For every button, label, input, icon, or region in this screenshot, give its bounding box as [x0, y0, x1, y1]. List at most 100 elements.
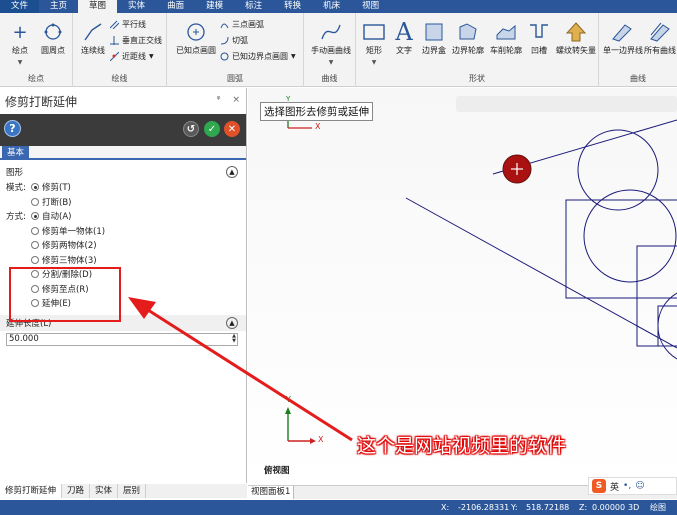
- ime-logo-icon[interactable]: S: [592, 479, 606, 493]
- spinner-icon[interactable]: ▲ ▼: [232, 333, 236, 344]
- tab-basic[interactable]: 基本: [2, 146, 30, 160]
- menu-machine[interactable]: 机床: [312, 0, 351, 13]
- status-bar: X: -2106.28331 Y: 518.72188 Z: 0.00000 3…: [0, 500, 677, 515]
- groove-label: 凹槽: [531, 46, 547, 55]
- menu-bar: 文件 主页 草图 实体 曲面 建模 标注 转换 机床 视图: [0, 0, 677, 13]
- geometry-line[interactable]: [405, 197, 677, 349]
- bounding-box-button[interactable]: 边界盒: [419, 19, 449, 56]
- menu-transform[interactable]: 转换: [273, 0, 312, 13]
- tab-levels[interactable]: 层别: [118, 484, 147, 498]
- text-label: 文字: [396, 46, 412, 55]
- geometry-rectangle[interactable]: [636, 245, 677, 347]
- closest-line-button[interactable]: 近距线 ▼: [109, 51, 154, 62]
- parallel-line-label: 平行线: [122, 20, 146, 29]
- cursor-icon: [502, 154, 532, 184]
- geometry-circle[interactable]: [583, 189, 677, 283]
- ribbon-group-points: + 绘点 ▼ 圆周点 绘点: [0, 13, 73, 87]
- section-shape-header: 图形 ▲: [0, 164, 246, 180]
- single-edge-curve-button[interactable]: 单一边界线: [603, 19, 643, 56]
- menu-file[interactable]: 文件: [0, 0, 40, 13]
- geometry-rectangle[interactable]: [565, 199, 677, 299]
- edge-curve-icon: [603, 19, 641, 45]
- panel-bottom-tabs: 修剪打断延伸 刀路 实体 层别: [0, 484, 247, 498]
- edge-point-circle-label: 已知边界点画圆: [232, 52, 288, 61]
- circle-center-button[interactable]: 已知点画圆: [175, 19, 217, 56]
- radio-mode-trim[interactable]: [31, 183, 39, 192]
- radio-method-trim-one[interactable]: [31, 226, 39, 235]
- tangent-arc-label: 切弧: [232, 36, 248, 45]
- manual-curve-button[interactable]: 手动画曲线 ▼: [308, 19, 354, 66]
- menu-sketch[interactable]: 草图: [78, 0, 118, 13]
- method-trim-one-option[interactable]: 修剪单一物体(1): [0, 224, 246, 239]
- tab-trim-break-extend[interactable]: 修剪打断延伸: [0, 484, 63, 498]
- method-trim-three-option[interactable]: 修剪三物体(3): [0, 253, 246, 268]
- menu-dimension[interactable]: 标注: [234, 0, 273, 13]
- all-curves-button[interactable]: 所有曲线: [643, 19, 677, 56]
- closest-line-label: 近距线: [122, 52, 146, 61]
- method-trim-two-option[interactable]: 修剪两物体(2): [0, 238, 246, 253]
- axis-y-label-bottom: Y: [286, 395, 291, 404]
- radio-method-trim-three[interactable]: [31, 255, 39, 264]
- groove-button[interactable]: 凹槽: [525, 19, 553, 56]
- status-mode[interactable]: 3D: [628, 500, 639, 515]
- text-icon: A: [395, 18, 413, 46]
- ok-icon[interactable]: ✓: [204, 121, 220, 137]
- menu-view[interactable]: 视图: [351, 0, 390, 13]
- graphics-viewport[interactable]: Y X Y X 选择图形去修剪或延伸 俯视图: [248, 88, 677, 485]
- circle-point-button[interactable]: 圆周点: [33, 19, 73, 56]
- tab-viewsheet-1[interactable]: 视图面板1: [248, 486, 295, 499]
- ime-toolbar[interactable]: S 英 •, ☺: [588, 477, 677, 495]
- method-auto-option[interactable]: 方式: 自动(A): [0, 209, 246, 224]
- help-icon[interactable]: ?: [4, 120, 21, 137]
- radio-method-auto[interactable]: [31, 212, 39, 221]
- emoji-icon[interactable]: ☺: [635, 481, 644, 491]
- extend-length-input[interactable]: 50.000 ▲ ▼: [6, 332, 238, 346]
- status-plane[interactable]: 绘图: [650, 500, 666, 515]
- highlight-box: [9, 267, 121, 322]
- collapse-icon[interactable]: ▲: [226, 316, 238, 329]
- menu-surface[interactable]: 曲面: [156, 0, 195, 13]
- menu-model[interactable]: 建模: [195, 0, 234, 13]
- collapse-icon[interactable]: ▲: [226, 166, 238, 178]
- three-point-arc-label: 三点画弧: [232, 20, 264, 29]
- text-button[interactable]: A 文字: [389, 18, 419, 56]
- polyline-button[interactable]: 连续线: [73, 19, 113, 56]
- tangent-arc-button[interactable]: 切弧: [220, 35, 248, 46]
- radio-mode-break[interactable]: [31, 197, 39, 206]
- tangent-arc-icon: [220, 36, 229, 45]
- menu-home[interactable]: 主页: [39, 0, 78, 13]
- geometry-circle[interactable]: [657, 288, 677, 364]
- group-label-points: 绘点: [28, 74, 44, 83]
- rectangle-button[interactable]: 矩形 ▼: [358, 19, 390, 66]
- panel-tabs: 基本: [0, 146, 246, 160]
- geometry-canvas[interactable]: [248, 88, 677, 485]
- mode-break-option[interactable]: 打断(B): [0, 195, 246, 210]
- perpendicular-line-button[interactable]: 垂直正交线: [110, 35, 162, 46]
- punctuation-icon[interactable]: •,: [623, 481, 631, 491]
- thread-vector-button[interactable]: 螺纹转矢量: [553, 19, 599, 56]
- perpendicular-line-icon: [110, 36, 119, 45]
- boundary-profile-button[interactable]: 边界轮廓: [449, 19, 487, 56]
- cancel-icon[interactable]: ✕: [224, 121, 240, 137]
- pin-icon[interactable]: ᵠ: [217, 95, 221, 105]
- edge-point-circle-button[interactable]: 已知边界点画圆 ▼: [220, 51, 296, 62]
- three-point-arc-button[interactable]: 三点画弧: [220, 19, 264, 30]
- parallel-line-button[interactable]: 平行线: [109, 19, 146, 30]
- geometry-circle[interactable]: [577, 129, 659, 211]
- radio-method-trim-two[interactable]: [31, 241, 39, 250]
- mode-trim-option[interactable]: 模式: 修剪(T): [0, 180, 246, 195]
- method-label: 方式:: [6, 212, 26, 223]
- quick-toolbar[interactable]: [456, 96, 677, 112]
- axis-x-label-top: X: [315, 122, 321, 131]
- bounding-box-icon: [419, 19, 449, 45]
- menu-solid[interactable]: 实体: [117, 0, 156, 13]
- chevron-down-icon: ▼: [328, 59, 334, 66]
- tab-toolpaths[interactable]: 刀路: [62, 484, 91, 498]
- tab-solids[interactable]: 实体: [90, 484, 119, 498]
- turn-profile-button[interactable]: 车削轮廓: [487, 19, 525, 56]
- reselect-icon[interactable]: ↺: [183, 121, 199, 137]
- mode-label: 模式:: [6, 183, 26, 194]
- parallel-line-icon: [109, 20, 120, 30]
- close-icon[interactable]: ×: [232, 95, 240, 105]
- ime-language[interactable]: 英: [610, 480, 619, 493]
